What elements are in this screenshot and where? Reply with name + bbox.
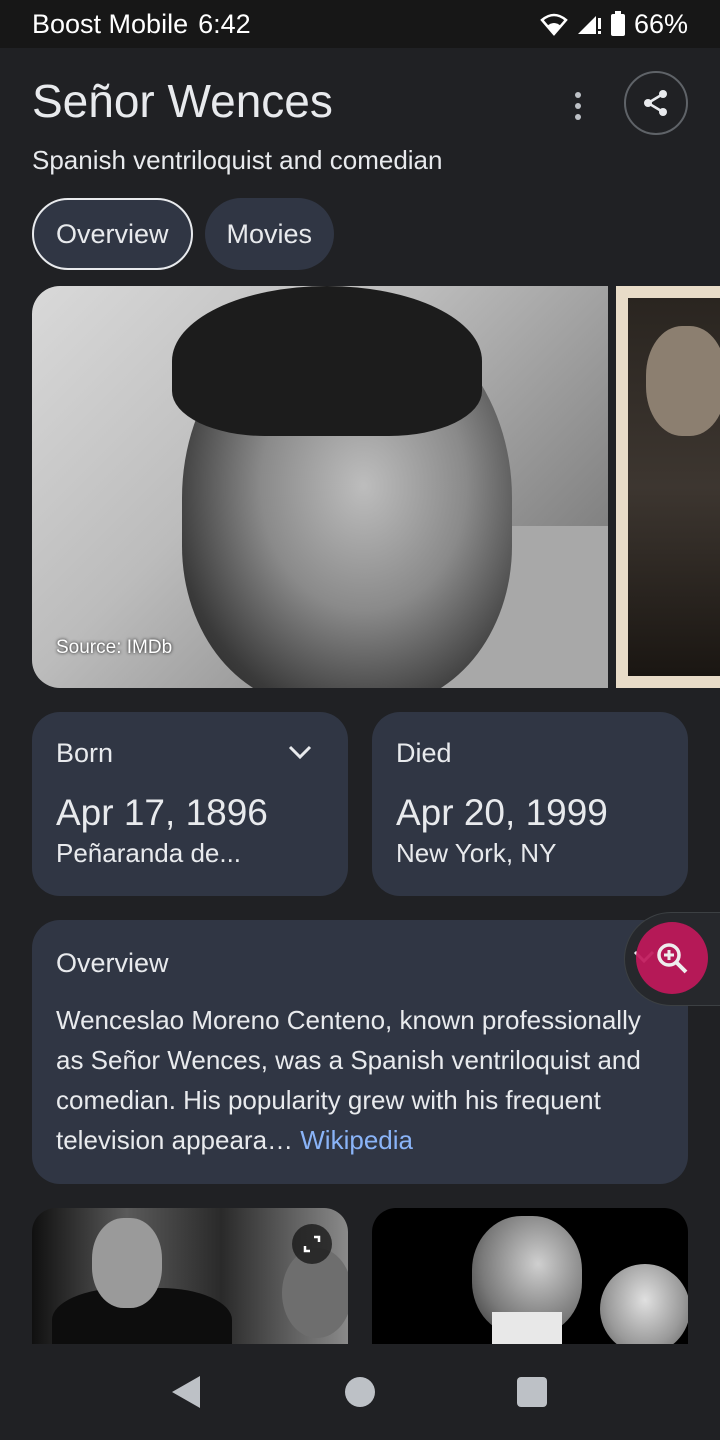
born-date: Apr 17, 1896 xyxy=(56,792,268,833)
born-card[interactable]: Born Apr 17, 1896 Peñaranda de... xyxy=(32,712,348,896)
lens-search-button[interactable] xyxy=(636,922,708,994)
expand-button[interactable] xyxy=(292,1224,332,1264)
died-date: Apr 20, 1999 xyxy=(396,792,608,833)
chevron-down-icon[interactable] xyxy=(286,742,314,762)
zoom-in-icon xyxy=(657,943,688,974)
tab-movies[interactable]: Movies xyxy=(204,198,335,270)
second-photo[interactable] xyxy=(616,286,720,688)
status-left: Boost Mobile 6:42 xyxy=(32,9,251,40)
home-icon[interactable] xyxy=(345,1377,375,1407)
expand-icon xyxy=(303,1235,321,1253)
born-label: Born xyxy=(56,738,114,768)
page-subtitle: Spanish ventriloquist and comedian xyxy=(32,145,443,175)
share-button[interactable] xyxy=(624,71,688,135)
died-place: New York, NY xyxy=(396,838,557,868)
thumbnail-photo-2[interactable] xyxy=(372,1208,688,1344)
page-title: Señor Wences xyxy=(32,75,333,127)
recents-icon[interactable] xyxy=(517,1377,547,1407)
share-icon xyxy=(644,90,667,116)
born-place: Peñaranda de... xyxy=(56,838,242,868)
died-label: Died xyxy=(396,738,452,768)
overview-text: Wenceslao Moreno Centeno, known professi… xyxy=(56,1000,672,1160)
tab-overview[interactable]: Overview xyxy=(32,198,193,270)
photo-source-caption: Source: IMDb xyxy=(56,637,173,658)
signal-icon xyxy=(577,16,601,34)
clock: 6:42 xyxy=(198,8,251,39)
overview-card: Overview Wenceslao Moreno Centeno, known… xyxy=(32,920,688,1184)
died-card[interactable]: Died Apr 20, 1999 New York, NY xyxy=(372,712,688,896)
main-photo[interactable] xyxy=(32,286,608,688)
more-vert-icon xyxy=(575,92,581,98)
back-icon[interactable] xyxy=(170,1374,202,1410)
wifi-icon xyxy=(540,13,568,36)
carrier-name: Boost Mobile xyxy=(32,8,189,39)
battery-level: 66% xyxy=(633,8,688,39)
more-options-button[interactable] xyxy=(558,86,598,126)
tab-bar: Overview Movies xyxy=(32,198,335,270)
status-right: 66% xyxy=(540,9,688,40)
wikipedia-link[interactable]: Wikipedia xyxy=(300,1125,413,1155)
battery-icon xyxy=(610,11,625,36)
status-bar: Boost Mobile 6:42 66% xyxy=(0,0,720,48)
overview-title: Overview xyxy=(56,948,169,978)
